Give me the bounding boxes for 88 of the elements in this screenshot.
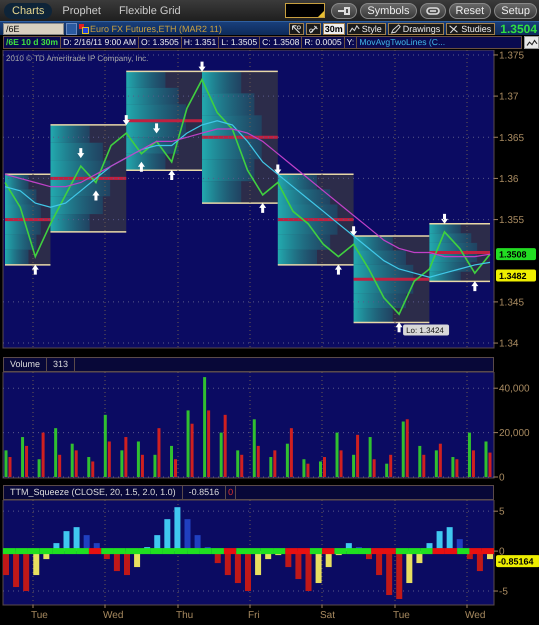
- axis-label: 1.345: [499, 297, 524, 308]
- pane-value: 313: [47, 358, 76, 371]
- up-arrow-icon: [138, 162, 145, 172]
- pane-title: TTM_Squeeze (CLOSE, 20, 1.5, 2.0, 1.0): [4, 486, 183, 499]
- link-icon: [426, 4, 440, 16]
- down-arrow-icon: [198, 62, 206, 72]
- axis-label: 1.36: [499, 174, 518, 185]
- pointer-icon: [290, 24, 302, 34]
- indicator-value-label: -0.85164: [496, 555, 539, 568]
- toolbar-button[interactable]: Reset: [448, 2, 492, 18]
- wrench-icon: [337, 4, 352, 16]
- toolbar-button[interactable]: [331, 2, 358, 18]
- pen-icon: [308, 24, 319, 34]
- axis-label: 1.34: [499, 338, 518, 350]
- date-label: Sat: [320, 610, 336, 621]
- axis-label: 1.365: [499, 132, 524, 144]
- up-arrow-icon: [396, 322, 403, 332]
- axis-label: 1.37: [499, 92, 518, 103]
- line-chart-icon: [348, 24, 360, 34]
- quote-field: D: 2/16/11 9:00 AM: [60, 36, 140, 49]
- toolbar-button[interactable]: [420, 2, 446, 18]
- quote-field: O: 1.3505: [138, 36, 182, 49]
- date-label: Wed: [103, 610, 124, 621]
- study-label: MovAvgTwoLines (C...: [356, 36, 522, 49]
- up-arrow-icon: [471, 281, 478, 292]
- layout-dropdown[interactable]: [285, 3, 326, 18]
- crossed-tools-icon: [448, 24, 460, 34]
- axis-label: 0: [499, 472, 505, 483]
- up-arrow-icon: [32, 264, 39, 275]
- price-label: 1.3508: [496, 248, 536, 260]
- quote-field: C: 1.3508: [259, 36, 302, 49]
- momentum-bar: [316, 551, 322, 584]
- axis-label: 1.375: [499, 50, 524, 62]
- date-label: Tue: [393, 610, 410, 621]
- axis-label: -5: [499, 586, 508, 598]
- down-arrow-icon: [441, 214, 448, 224]
- momentum-bar: [245, 551, 251, 592]
- momentum-bar: [23, 551, 30, 592]
- toolbar-button[interactable]: Style: [346, 22, 386, 34]
- tool-button[interactable]: [306, 22, 321, 34]
- date-label: Wed: [465, 610, 486, 621]
- chart-settings-button[interactable]: [524, 36, 539, 49]
- annotation: Lo: 1.3424: [406, 326, 444, 335]
- axis-label: 0: [499, 546, 505, 558]
- copyright-text: 2010 © TD Ameritrade IP Company, Inc.: [6, 54, 148, 63]
- tab[interactable]: Charts: [4, 2, 52, 18]
- instrument-title: Euro FX Futures,ETH (MAR2 11): [90, 24, 222, 34]
- color-squares-icon: [79, 24, 88, 33]
- down-arrow-icon: [153, 123, 160, 134]
- down-arrow-icon: [350, 226, 358, 236]
- toolbar-button[interactable]: Symbols: [360, 2, 416, 18]
- quote-field: L: 1.3505: [218, 36, 260, 49]
- date-label: Thu: [176, 610, 194, 621]
- tab[interactable]: Flexible Grid: [110, 2, 189, 18]
- down-arrow-icon: [274, 164, 282, 175]
- signal-value: 0: [226, 486, 236, 499]
- last-price: 1.3504: [499, 22, 538, 36]
- tool-button[interactable]: [288, 22, 304, 34]
- pencil-icon: [390, 24, 401, 34]
- chart-title: /6E 10 d 30m: [3, 36, 62, 49]
- up-arrow-icon: [334, 264, 342, 275]
- low-price-callout: Lo: 1.3424: [403, 324, 450, 336]
- down-arrow-icon: [77, 148, 84, 158]
- toolbar-button[interactable]: Drawings: [388, 22, 444, 34]
- quote-field: H: 1.351: [180, 36, 220, 49]
- down-arrow-icon: [122, 115, 130, 126]
- symbol-field[interactable]: /6E: [3, 22, 64, 34]
- axis-label: 1.355: [499, 215, 524, 226]
- date-label: Tue: [31, 610, 48, 621]
- toolbar-button[interactable]: Setup: [494, 2, 537, 18]
- momentum-bar: [306, 551, 312, 592]
- up-arrow-icon: [168, 170, 176, 180]
- momentum-bar: [386, 551, 392, 596]
- up-arrow-icon: [259, 202, 266, 213]
- period-button[interactable]: 30m: [322, 22, 345, 34]
- axis-label: 40,000: [499, 384, 530, 395]
- tab[interactable]: Prophet: [54, 2, 109, 18]
- date-label: Fri: [248, 610, 260, 621]
- pane-title: Volume: [4, 358, 48, 371]
- up-arrow-icon: [92, 190, 100, 201]
- toolbar-button[interactable]: Studies: [446, 22, 496, 34]
- quote-field: R: 0.0005: [301, 36, 345, 49]
- axis-label: 5: [499, 506, 505, 518]
- price-label: 1.3482: [496, 270, 536, 282]
- chart-icon: [526, 38, 538, 48]
- momentum-bar: [13, 551, 20, 588]
- pane-value: -0.8516: [182, 486, 226, 499]
- axis-label: 20,000: [499, 428, 530, 440]
